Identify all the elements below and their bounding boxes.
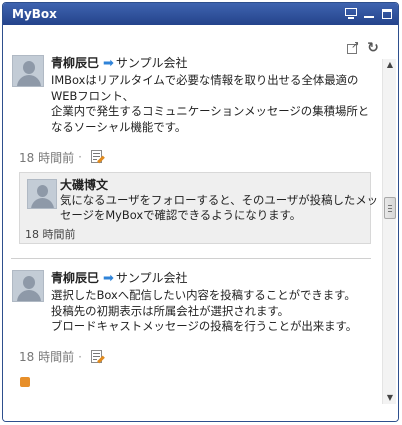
post-text-line: ブロードキャストメッセージの投稿を行うことが出来ます。 bbox=[51, 319, 358, 333]
post-text-line: WEBフロント、 bbox=[51, 88, 134, 103]
feed-post: 青柳辰巳 ➡ サンプル会社 IMBoxはリアルタイムで必要な情報を取り出せる全体最適… bbox=[11, 55, 378, 244]
minimize-icon[interactable] bbox=[361, 6, 377, 22]
post-text-line: IMBoxはリアルタイムで必要な情報を取り出せる全体最適の bbox=[51, 73, 359, 87]
comment-icon[interactable] bbox=[90, 149, 105, 165]
refresh-icon[interactable]: ↻ bbox=[366, 41, 380, 55]
post-content: 青柳辰巳 ➡ サンプル会社 IMBoxはリアルタイムで必要な情報を取り出せる全体最適… bbox=[51, 55, 371, 135]
avatar[interactable] bbox=[12, 270, 44, 302]
reply-box: 大磯博文 気になるユーザをフォローすると、そのユーザが投稿したメッ セージをMy… bbox=[19, 172, 378, 244]
message-feed: 青柳辰巳 ➡ サンプル会社 IMBoxはリアルタイムで必要な情報を取り出せる全体最適… bbox=[11, 55, 378, 390]
post-text-line: 企業内で発生するコミュニケーションメッセージの集積場所と bbox=[51, 104, 370, 118]
post-header: 青柳辰巳 ➡ サンプル会社 bbox=[51, 270, 371, 287]
post-text-line: 選択したBoxへ配信したい内容を投稿することができます。 bbox=[51, 288, 356, 302]
post-author[interactable]: 青柳辰巳 bbox=[51, 271, 99, 285]
widget-title: MyBox bbox=[12, 7, 57, 21]
post-divider bbox=[11, 258, 371, 259]
comment-icon[interactable] bbox=[90, 349, 105, 365]
post-header: 青柳辰巳 ➡ サンプル会社 bbox=[51, 55, 371, 72]
post-text-line: なるソーシャル機能です。 bbox=[51, 119, 187, 134]
reply-text-line: セージをMyBoxで確認できるようになります。 bbox=[60, 208, 302, 222]
reply-avatar[interactable] bbox=[27, 179, 57, 209]
widget-actions: ↗ ↻ bbox=[346, 41, 380, 55]
scroll-down-icon[interactable]: ▼ bbox=[383, 393, 397, 403]
window-controls bbox=[343, 6, 395, 22]
reply-content: 大磯博文 気になるユーザをフォローすると、そのユーザが投稿したメッ セージをMy… bbox=[60, 178, 378, 223]
post-timestamp[interactable]: 18 時間前 bbox=[19, 348, 74, 365]
post-author[interactable]: 青柳辰巳 bbox=[51, 56, 99, 70]
monitor-icon[interactable] bbox=[343, 6, 359, 22]
reply-timestamp[interactable]: 18 時間前 bbox=[25, 226, 76, 242]
scroll-up-icon[interactable]: ▲ bbox=[383, 60, 397, 70]
arrow-right-icon: ➡ bbox=[103, 271, 114, 286]
popout-icon[interactable]: ↗ bbox=[346, 41, 360, 55]
maximize-icon[interactable] bbox=[379, 6, 395, 22]
post-timestamp[interactable]: 18 時間前 bbox=[19, 149, 74, 166]
post-group[interactable]: サンプル会社 bbox=[116, 271, 188, 285]
box-icon bbox=[20, 376, 30, 387]
post-content: 青柳辰巳 ➡ サンプル会社 選択したBoxへ配信したい内容を投稿することができます。… bbox=[51, 270, 371, 335]
feed-post: 青柳辰巳 ➡ サンプル会社 選択したBoxへ配信したい内容を投稿することができます。… bbox=[11, 270, 371, 390]
widget-titlebar: MyBox bbox=[3, 3, 398, 25]
meta-separator: · bbox=[78, 150, 82, 164]
post-group[interactable]: サンプル会社 bbox=[116, 56, 188, 70]
avatar[interactable] bbox=[12, 55, 44, 87]
reply-text-line: 気になるユーザをフォローすると、そのユーザが投稿したメッ bbox=[60, 193, 379, 207]
post-meta: 18 時間前 · bbox=[19, 348, 371, 366]
scrollbar-thumb[interactable] bbox=[384, 197, 396, 219]
arrow-right-icon: ➡ bbox=[103, 56, 114, 71]
mybox-widget: MyBox ↗ ↻ 青柳辰巳 ➡ サンプル会社 IMBoxはリアルタイムで必要な情報… bbox=[2, 2, 399, 422]
meta-separator: · bbox=[78, 349, 82, 364]
post-text-line: 投稿先の初期表示は所属会社が選択されます。 bbox=[51, 303, 290, 318]
reply-author[interactable]: 大磯博文 bbox=[60, 178, 378, 193]
feed-scrollbar[interactable]: ▲ ▼ bbox=[382, 59, 396, 404]
next-item-peek bbox=[19, 370, 371, 390]
post-meta: 18 時間前 · bbox=[19, 148, 371, 166]
widget-body: ↗ ↻ 青柳辰巳 ➡ サンプル会社 IMBoxはリアルタイムで必要な情報を取り出せる… bbox=[3, 25, 398, 421]
